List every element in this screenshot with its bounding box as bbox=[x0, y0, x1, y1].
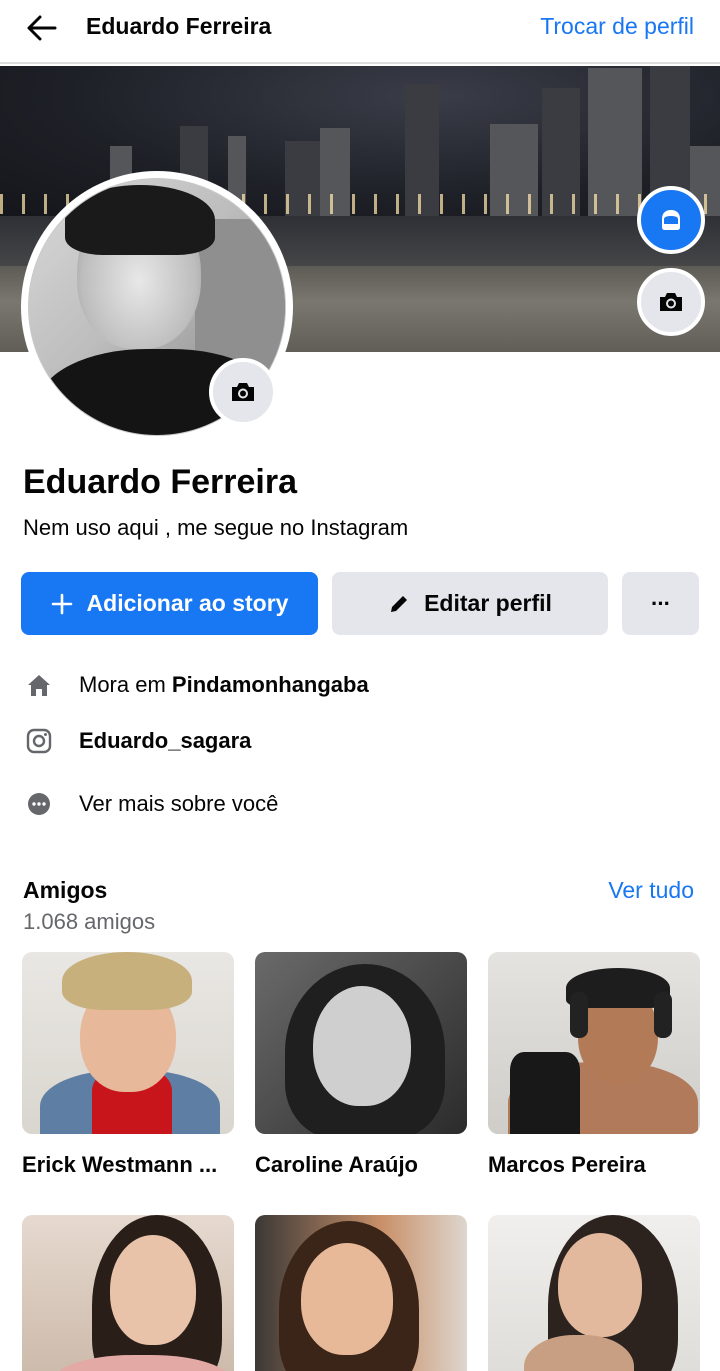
friend-photo bbox=[255, 952, 467, 1134]
profile-photo-hair bbox=[65, 185, 215, 255]
friends-count: 1.068 amigos bbox=[23, 909, 156, 934]
add-story-label: Adicionar ao story bbox=[86, 590, 289, 616]
camera-icon bbox=[232, 383, 254, 401]
switch-profile-link[interactable]: Trocar de perfil bbox=[540, 11, 694, 41]
edit-profile-button[interactable]: Editar perfil bbox=[332, 572, 608, 635]
profile-camera-button[interactable] bbox=[209, 358, 277, 426]
friend-name: Marcos Pereira bbox=[488, 1152, 646, 1177]
more-dots-icon: ··· bbox=[651, 590, 671, 616]
friend-name: Erick Westmann ... bbox=[22, 1152, 218, 1177]
info-see-more[interactable]: Ver mais sobre você bbox=[24, 784, 278, 824]
home-icon bbox=[24, 670, 54, 700]
lives-city[interactable]: Pindamonhangaba bbox=[172, 672, 369, 697]
back-button[interactable] bbox=[22, 8, 62, 48]
more-dots-icon bbox=[24, 789, 54, 819]
info-lives-text: Mora em Pindamonhangaba bbox=[79, 672, 369, 698]
cover-camera-button[interactable] bbox=[637, 268, 705, 336]
lives-prefix: Mora em bbox=[79, 672, 172, 697]
camera-icon bbox=[660, 293, 682, 311]
edit-profile-label: Editar perfil bbox=[424, 590, 552, 616]
friend-photo bbox=[255, 1215, 467, 1371]
arrow-left-icon bbox=[27, 15, 57, 41]
instagram-icon bbox=[24, 726, 54, 756]
friend-photo bbox=[22, 952, 234, 1134]
friend-name: Caroline Araújo bbox=[255, 1152, 418, 1177]
friend-photo bbox=[488, 952, 700, 1134]
top-bar: Eduardo Ferreira Trocar de perfil bbox=[0, 0, 720, 64]
see-all-friends-link[interactable]: Ver tudo bbox=[608, 875, 694, 905]
see-more-about-label: Ver mais sobre você bbox=[79, 791, 279, 816]
friend-card[interactable]: Erick Westmann ... bbox=[22, 952, 234, 1180]
friend-card[interactable]: Marcos Pereira bbox=[488, 952, 700, 1180]
friends-title: Amigos bbox=[23, 877, 108, 903]
add-story-button[interactable]: Adicionar ao story bbox=[21, 572, 318, 635]
friend-photo bbox=[488, 1215, 700, 1371]
info-instagram[interactable]: Eduardo_sagara bbox=[24, 721, 251, 761]
avatar-icon bbox=[662, 210, 680, 230]
friend-photo bbox=[22, 1215, 234, 1371]
avatar-button[interactable] bbox=[637, 186, 705, 254]
instagram-handle[interactable]: Eduardo_sagara bbox=[79, 728, 251, 754]
pencil-icon bbox=[388, 593, 410, 615]
profile-name: Eduardo Ferreira bbox=[23, 463, 297, 501]
friend-card[interactable]: Caroline Araújo bbox=[255, 952, 467, 1180]
page-title: Eduardo Ferreira bbox=[86, 13, 272, 39]
plus-icon bbox=[51, 593, 73, 615]
friend-card[interactable] bbox=[255, 1215, 467, 1371]
more-options-button[interactable]: ··· bbox=[622, 572, 699, 635]
profile-bio: Nem uso aqui , me segue no Instagram bbox=[23, 515, 409, 540]
friend-card[interactable] bbox=[22, 1215, 234, 1371]
friend-card[interactable] bbox=[488, 1215, 700, 1371]
info-lives-in: Mora em Pindamonhangaba bbox=[24, 665, 369, 705]
